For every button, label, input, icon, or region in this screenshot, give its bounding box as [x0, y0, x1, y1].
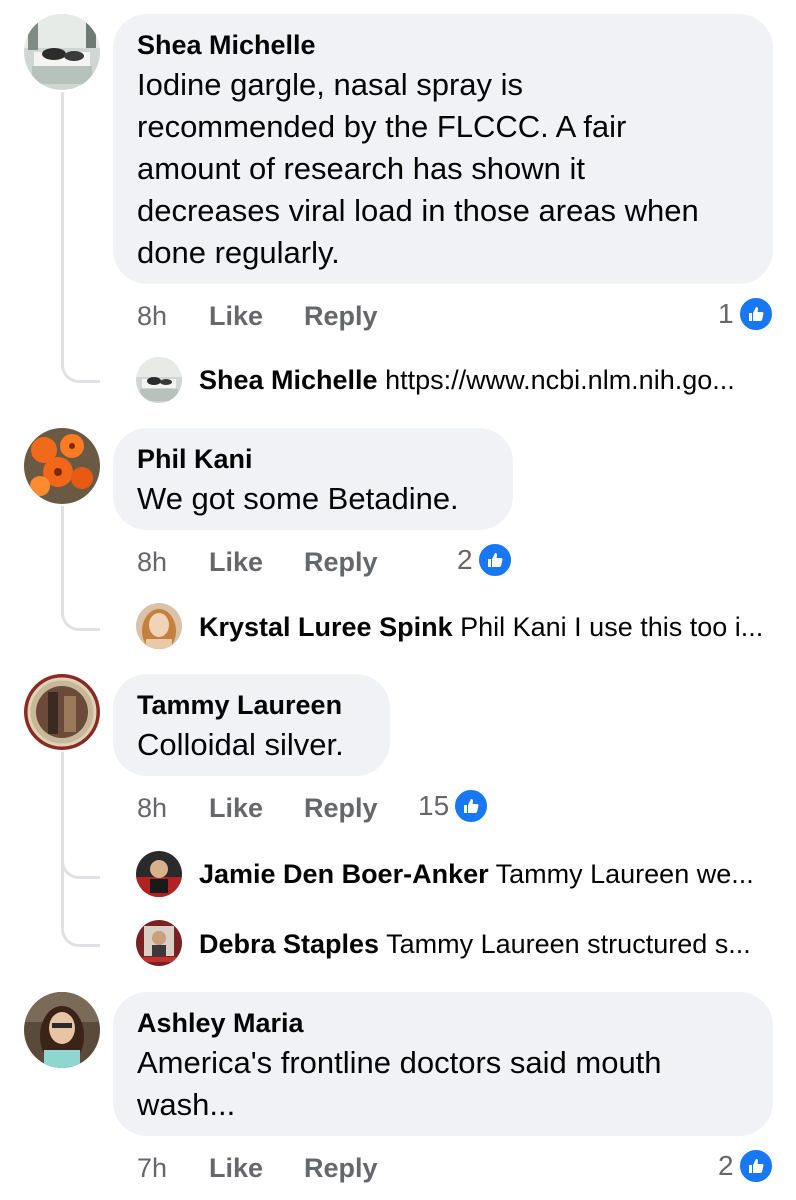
- comment-author[interactable]: Phil Kani: [137, 442, 489, 476]
- reply-button[interactable]: Reply: [304, 542, 378, 582]
- thread-connector: [61, 904, 100, 947]
- avatar[interactable]: [24, 992, 100, 1068]
- comment-text: America's frontline doctors said mouth w…: [137, 1045, 662, 1122]
- comment-time[interactable]: 8h: [137, 301, 167, 331]
- like-button[interactable]: Like: [209, 788, 263, 828]
- like-button[interactable]: Like: [209, 542, 263, 582]
- reply-preview[interactable]: Shea Michelle https://www.ncbi.nlm.nih.g…: [199, 363, 735, 397]
- reply-author[interactable]: Krystal Luree Spink: [199, 612, 453, 642]
- comment-actions: 8h Like Reply: [137, 788, 378, 828]
- thread-connector: [61, 590, 100, 631]
- reply-avatar[interactable]: [136, 920, 182, 966]
- comment-bubble: Shea Michelle Iodine gargle, nasal spray…: [113, 14, 773, 284]
- reply-text: https://www.ncbi.nlm.nih.go...: [385, 365, 735, 395]
- thread-line: [61, 92, 64, 342]
- reply-preview[interactable]: Krystal Luree Spink Phil Kani I use this…: [199, 610, 763, 644]
- reaction-count[interactable]: 2: [718, 1146, 774, 1186]
- comment-text: We got some Betadine.: [137, 481, 459, 516]
- comment-author[interactable]: Ashley Maria: [137, 1006, 749, 1040]
- comment-actions: 8h Like Reply: [137, 542, 378, 582]
- thumbs-up-icon: [737, 1148, 774, 1184]
- reply-author[interactable]: Debra Staples: [199, 929, 379, 959]
- like-button[interactable]: Like: [209, 296, 263, 336]
- reply-author[interactable]: Shea Michelle: [199, 365, 378, 395]
- avatar[interactable]: [24, 14, 100, 90]
- comment-author[interactable]: Tammy Laureen: [137, 688, 366, 722]
- thumbs-up-icon: [453, 788, 490, 824]
- thumbs-up-icon: [476, 542, 513, 578]
- thread-line: [61, 506, 64, 590]
- reply-preview[interactable]: Debra Staples Tammy Laureen structured s…: [199, 927, 751, 961]
- comment-author[interactable]: Shea Michelle: [137, 28, 749, 62]
- reaction-count[interactable]: 2: [457, 540, 513, 580]
- avatar[interactable]: [24, 674, 100, 750]
- reply-button[interactable]: Reply: [304, 296, 378, 336]
- reply-avatar[interactable]: [136, 851, 182, 897]
- comment-actions: 7h Like Reply: [137, 1148, 378, 1188]
- reply-author[interactable]: Jamie Den Boer-Anker: [199, 859, 489, 889]
- reply-text: Tammy Laureen we...: [495, 859, 754, 889]
- thumbs-up-icon: [737, 296, 774, 332]
- reply-button[interactable]: Reply: [304, 1148, 378, 1188]
- comment-time[interactable]: 7h: [137, 1153, 167, 1183]
- like-button[interactable]: Like: [209, 1148, 263, 1188]
- avatar[interactable]: [24, 428, 100, 504]
- reaction-count[interactable]: 15: [418, 786, 490, 826]
- thread-line: [61, 752, 64, 922]
- thread-connector: [61, 838, 100, 879]
- comment-text: Iodine gargle, nasal spray is recommende…: [137, 67, 699, 270]
- comment-time[interactable]: 8h: [137, 793, 167, 823]
- reaction-count[interactable]: 1: [718, 294, 774, 334]
- reply-button[interactable]: Reply: [304, 788, 378, 828]
- reply-text: Phil Kani I use this too i...: [460, 612, 764, 642]
- reply-avatar[interactable]: [136, 357, 182, 403]
- comment-text: Colloidal silver.: [137, 727, 344, 762]
- thread-connector: [61, 342, 100, 383]
- reply-preview[interactable]: Jamie Den Boer-Anker Tammy Laureen we...: [199, 857, 754, 891]
- reply-text: Tammy Laureen structured s...: [386, 929, 751, 959]
- comment-bubble: Phil Kani We got some Betadine.: [113, 428, 513, 530]
- comment-actions: 8h Like Reply: [137, 296, 378, 336]
- reply-avatar[interactable]: [136, 603, 182, 649]
- comment-bubble: Ashley Maria America's frontline doctors…: [113, 992, 773, 1136]
- comment-time[interactable]: 8h: [137, 547, 167, 577]
- comment-bubble: Tammy Laureen Colloidal silver.: [113, 674, 390, 776]
